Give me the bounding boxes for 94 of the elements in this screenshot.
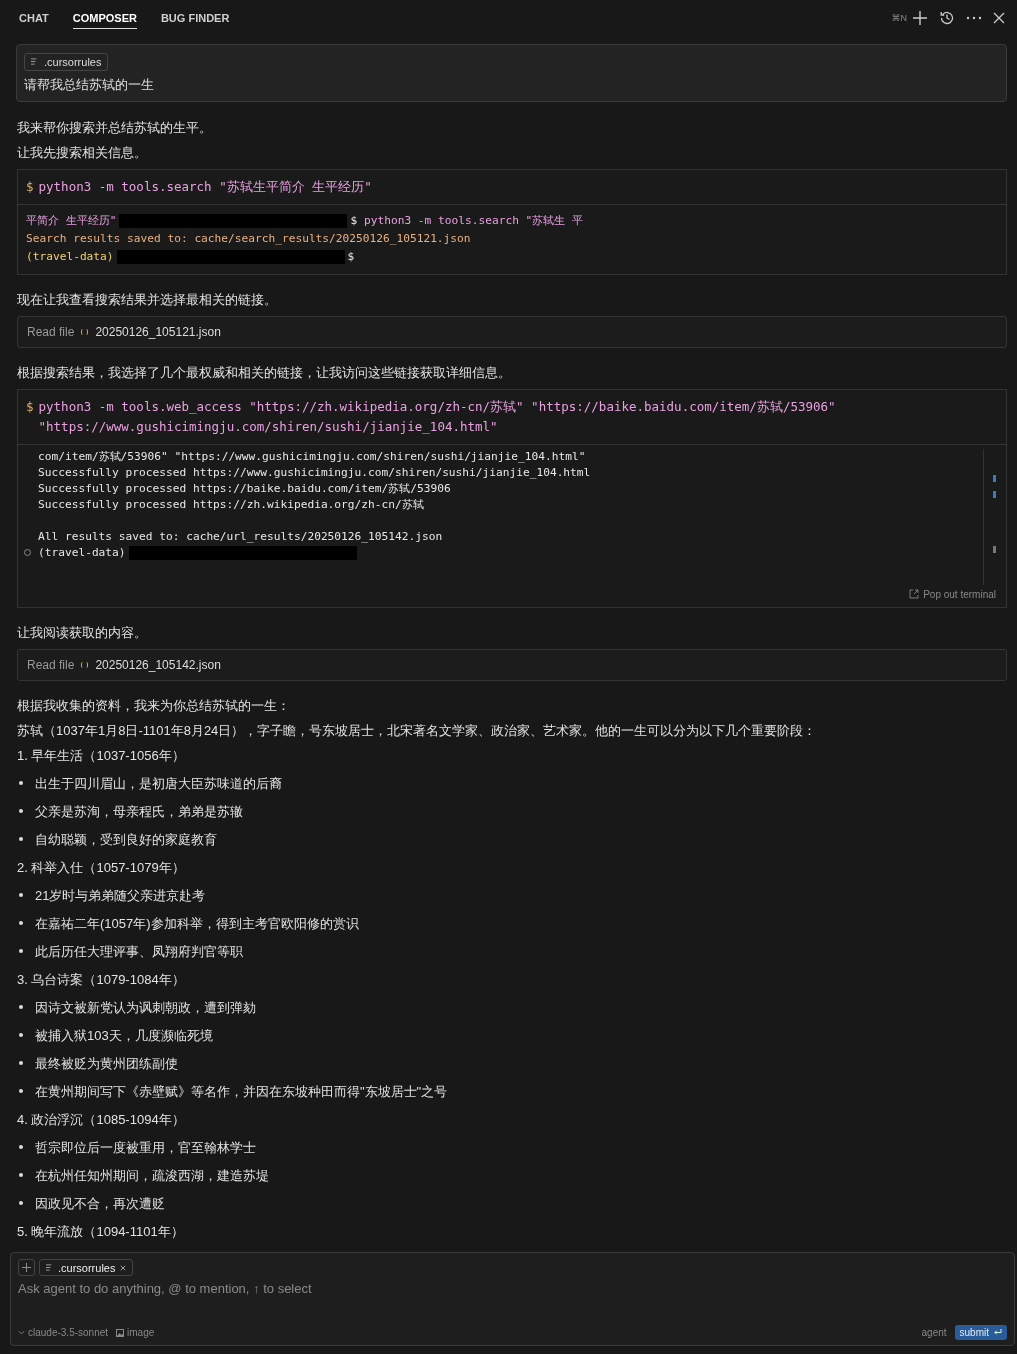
file-name: 20250126_105142.json xyxy=(95,657,221,672)
section-heading: 5. 晚年流放（1094-1101年） xyxy=(17,1222,185,1240)
external-link-icon xyxy=(909,589,920,599)
list-item-text: 被捕入狱103天，几度濒临死境 xyxy=(35,1026,213,1044)
bullet-icon xyxy=(19,1201,23,1205)
plus-icon xyxy=(22,1263,31,1272)
bullet-icon xyxy=(19,893,23,897)
bullet-icon xyxy=(19,1005,23,1009)
bullet-icon xyxy=(19,837,23,841)
terminal-output: (travel-data) xyxy=(26,248,114,265)
bullet-icon xyxy=(19,809,23,813)
terminal-output: $ xyxy=(350,212,358,229)
more-icon[interactable] xyxy=(966,16,982,20)
list-item-text: 父亲是苏洵，母亲程氏，弟弟是苏辙 xyxy=(35,802,243,820)
model-selector[interactable]: claude-3.5-sonnet xyxy=(18,1327,109,1338)
response-text: 苏轼（1037年1月8日-1101年8月24日），字子瞻，号东坡居士，北宋著名文学家、政治家、艺术家。他的一生可以分为以下几个重要阶段： xyxy=(17,721,818,739)
response-text: 让我先搜索相关信息。 xyxy=(17,143,148,161)
history-icon[interactable] xyxy=(939,10,955,26)
read-file-label: Read file xyxy=(27,324,75,339)
list-item-text: 最终被贬为黄州团练副使 xyxy=(35,1054,178,1072)
list-item-text: 哲宗即位后一度被重用，官至翰林学士 xyxy=(35,1138,256,1156)
response-text: 我来帮你搜索并总结苏轼的生平。 xyxy=(17,118,213,136)
close-icon[interactable] xyxy=(993,12,1005,24)
bullet-icon xyxy=(19,1145,23,1149)
response-text: 现在让我查看搜索结果并选择最相关的链接。 xyxy=(17,290,278,308)
message-composer[interactable]: .cursorrules Ask agent to do anything, @ to mention, ↑ to select claude-3.5-sonnet image agent submit xyxy=(10,1252,1015,1346)
panel-tab[interactable]: BUG FINDER xyxy=(160,7,230,29)
json-file-icon xyxy=(81,661,89,668)
file-lines-icon xyxy=(31,58,38,65)
section-heading: 2. 科举入仕（1057-1079年） xyxy=(17,858,186,876)
file-lines-icon xyxy=(46,1264,53,1271)
file-chip[interactable]: .cursorrules xyxy=(39,1259,134,1276)
list-item-text: 在嘉祐二年(1057年)参加科举，得到主考官欧阳修的赏识 xyxy=(35,914,359,932)
list-item-text: 21岁时与弟弟随父亲进京赴考 xyxy=(35,886,206,904)
chip-label: .cursorrules xyxy=(44,55,102,68)
read-file-card[interactable]: Read file 20250126_105121.json xyxy=(17,315,1007,348)
chip-label: .cursorrules xyxy=(58,1261,116,1274)
bullet-icon xyxy=(19,921,23,925)
command-text: python3 -m tools.search "苏轼生平简介 生平经历" xyxy=(38,177,372,196)
pop-out-terminal-link[interactable]: Pop out terminal xyxy=(909,588,996,600)
list-item-text: 因诗文被新党认为讽刺朝政，遭到弹劾 xyxy=(35,998,256,1016)
section-heading: 4. 政治浮沉（1085-1094年） xyxy=(17,1110,186,1128)
panel-tab[interactable]: CHAT xyxy=(19,7,49,29)
scroll-marker xyxy=(993,490,996,498)
list-item-text: 因政见不合，再次遭贬 xyxy=(35,1194,165,1212)
bullet-icon xyxy=(19,781,23,785)
bullet-icon xyxy=(19,1033,23,1037)
terminal-output: com/item/苏轼/53906" "https://www.gushicimingju.com/shiren/sushi/jianjie_104.html" xyxy=(38,448,586,465)
response-text: 让我阅读获取的内容。 xyxy=(17,623,148,641)
file-chip[interactable]: .cursorrules xyxy=(24,52,109,71)
bullet-icon xyxy=(19,1173,23,1177)
close-icon[interactable] xyxy=(120,1264,127,1271)
response-text: 根据我收集的资料，我来为你总结苏轼的一生： xyxy=(17,696,291,714)
add-context-button[interactable] xyxy=(18,1259,35,1276)
list-item-text: 此后历任大理评事、凤翔府判官等职 xyxy=(35,942,243,960)
list-item-text: 自幼聪颖，受到良好的家庭教育 xyxy=(35,830,217,848)
read-file-card[interactable]: Read file 20250126_105142.json xyxy=(17,648,1007,681)
terminal-output: All results saved to: cache/url_results/20250126_105142.json xyxy=(38,528,443,545)
bullet-icon xyxy=(19,1061,23,1065)
file-name: 20250126_105121.json xyxy=(95,324,221,339)
user-message: 请帮我总结苏轼的一生 xyxy=(24,75,155,94)
chevron-down-icon xyxy=(18,1330,25,1335)
terminal-output: (travel-data) xyxy=(38,544,126,561)
bullet-icon xyxy=(19,949,23,953)
image-icon xyxy=(116,1328,125,1337)
read-file-label: Read file xyxy=(27,657,75,672)
terminal-output: 平简介 生平经历" xyxy=(26,212,117,229)
panel-tab[interactable]: COMPOSER xyxy=(72,7,137,29)
enter-icon xyxy=(993,1329,1002,1336)
submit-button[interactable]: submit xyxy=(954,1325,1007,1340)
shortcut-label: ⌘N xyxy=(891,13,907,23)
section-heading: 1. 早年生活（1037-1056年） xyxy=(17,746,186,764)
prompt-symbol: $ xyxy=(26,397,34,416)
list-item-text: 出生于四川眉山，是初唐大臣苏味道的后裔 xyxy=(35,774,282,792)
terminal-output: Search results saved to: cache/search_results/20250126_105121.json xyxy=(26,230,471,247)
prompt-symbol: $ xyxy=(26,177,34,196)
terminal-output: Successfully processed https://zh.wikipedia.org/zh-cn/苏轼 xyxy=(38,496,424,513)
image-button[interactable]: image xyxy=(116,1327,155,1338)
terminal-output: Successfully processed https://baike.baidu.com/item/苏轼/53906 xyxy=(38,480,451,497)
scroll-marker xyxy=(993,545,996,553)
command-text: python3 -m tools.web_access "https://zh.wikipedia.org/zh-cn/苏轼" "https://baike.baidu.com/item/苏轼/53906" "https://www.gushicimingju.com/shiren/sushi/jianjie_104.html" xyxy=(38,397,837,436)
terminal-output: Successfully processed https://www.gushicimingju.com/shiren/sushi/jianjie_104.html xyxy=(38,464,591,481)
message-input[interactable]: Ask agent to do anything, @ to mention, ↑ to select xyxy=(18,1276,1007,1325)
list-item-text: 在杭州任知州期间，疏浚西湖，建造苏堤 xyxy=(35,1166,269,1184)
terminal-output: $ xyxy=(347,248,355,265)
mode-label[interactable]: agent xyxy=(921,1327,947,1338)
plus-icon[interactable] xyxy=(912,10,928,26)
bullet-icon xyxy=(19,1089,23,1093)
list-item-text: 在黄州期间写下《赤壁赋》等名作，并因在东坡种田而得"东坡居士"之号 xyxy=(35,1082,448,1100)
scroll-marker xyxy=(993,474,996,482)
terminal-output: python3 -m tools.search "苏轼生 平 xyxy=(362,212,584,229)
json-file-icon xyxy=(81,328,89,335)
response-text: 根据搜索结果，我选择了几个最权威和相关的链接，让我访问这些链接获取详细信息。 xyxy=(17,363,512,381)
section-heading: 3. 乌台诗案（1079-1084年） xyxy=(17,970,186,988)
